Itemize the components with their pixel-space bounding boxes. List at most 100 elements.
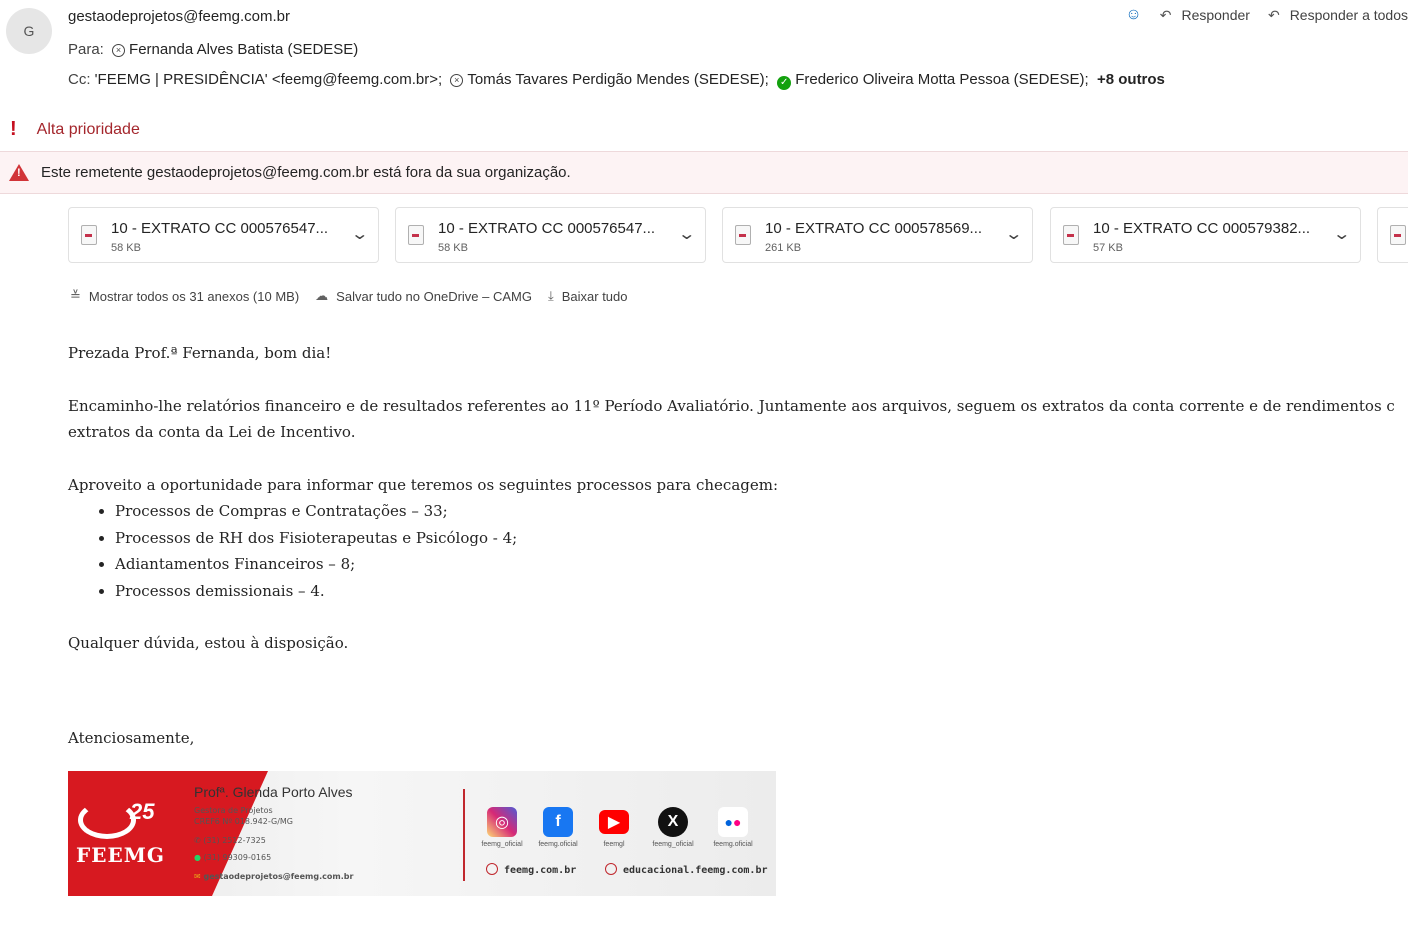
high-priority-icon: ! — [10, 118, 17, 140]
list-item: Processos de Compras e Contratações – 33… — [115, 498, 1408, 525]
cc-recipient[interactable]: 'FEEMG | PRESIDÊNCIA' <feemg@feemg.com.b… — [95, 71, 442, 88]
globe-icon — [486, 863, 498, 875]
attachment-card-partial[interactable] — [1377, 207, 1408, 263]
pdf-file-icon — [1063, 225, 1079, 245]
message-body: Prezada Prof.ª Fernanda, bom dia! Encami… — [68, 340, 1408, 751]
signature-phone: ✆ (31) 2512-7325 — [194, 836, 266, 845]
attachment-card[interactable]: 10 - EXTRATO CC 000576547... 58 KB ⌄ — [395, 207, 706, 263]
attachment-card[interactable]: 10 - EXTRATO CC 000579382... 57 KB ⌄ — [1050, 207, 1361, 263]
body-paragraph: Encaminho-lhe relatórios financeiro e de… — [68, 396, 1395, 415]
chevron-down-icon[interactable]: ⌄ — [677, 224, 696, 244]
to-line: Para: × Fernanda Alves Batista (SEDESE) — [68, 41, 358, 58]
save-onedrive-button[interactable]: ☁ Salvar tudo no OneDrive – CAMG — [315, 288, 532, 304]
chevron-down-icon[interactable]: ⌄ — [1332, 224, 1351, 244]
reply-all-button[interactable]: ↶ Responder a todos — [1268, 7, 1408, 24]
reply-label: Responder — [1181, 7, 1250, 23]
social-label: feemg_oficial — [481, 841, 523, 848]
reply-icon: ↶ — [1159, 6, 1172, 23]
mail-icon: ✉ — [194, 872, 201, 881]
reply-button[interactable]: ↶ Responder — [1160, 7, 1250, 24]
whatsapp-icon: ● — [194, 853, 201, 862]
external-sender-banner: ! Este remetente gestaodeprojetos@feemg.… — [0, 151, 1408, 194]
chevron-down-icon[interactable]: ⌄ — [350, 224, 369, 244]
social-label: feemg.oficial — [713, 841, 753, 848]
download-all-button[interactable]: ⤓ Baixar tudo — [548, 288, 628, 304]
external-warning-text: Este remetente gestaodeprojetos@feemg.co… — [41, 164, 571, 181]
cc-label: Cc: — [68, 71, 91, 88]
email-signature: 25 FEEMG Profª. Glenda Porto Alves Gesto… — [68, 771, 776, 896]
sender-address[interactable]: gestaodeprojetos@feemg.com.br — [68, 8, 290, 25]
attachment-name: 10 - EXTRATO CC 000576547... — [438, 220, 656, 237]
to-recipient[interactable]: Fernanda Alves Batista (SEDESE) — [129, 41, 358, 58]
priority-indicator: ! Alta prioridade — [10, 118, 140, 141]
attachment-card[interactable]: 10 - EXTRATO CC 000576547... 58 KB ⌄ — [68, 207, 379, 263]
pdf-file-icon — [1390, 225, 1406, 245]
process-list: Processos de Compras e Contratações – 33… — [68, 498, 1408, 604]
attachment-size: 58 KB — [111, 242, 141, 254]
list-item: Processos de RH dos Fisioterapeutas e Ps… — [115, 525, 1408, 552]
download-icon: ⤓ — [547, 288, 554, 303]
anniversary-badge: 25 — [130, 799, 155, 824]
globe-icon — [605, 863, 617, 875]
attachment-name: 10 - EXTRATO CC 000576547... — [111, 220, 329, 237]
sender-avatar[interactable]: G — [6, 8, 52, 54]
signature-site: feemg.com.br — [486, 863, 576, 876]
youtube-icon: ▶ — [599, 810, 629, 834]
cc-more-button[interactable]: +8 outros — [1097, 71, 1165, 88]
chevron-double-down-icon: ≚ — [70, 288, 81, 303]
reply-all-label: Responder a todos — [1289, 7, 1408, 23]
instagram-icon: ◎ — [487, 807, 517, 837]
attachment-card[interactable]: 10 - EXTRATO CC 000578569... 261 KB ⌄ — [722, 207, 1033, 263]
flickr-icon: ● ● — [718, 807, 748, 837]
show-all-label: Mostrar todos os 31 anexos (10 MB) — [88, 288, 300, 304]
cc-recipient[interactable]: Tomás Tavares Perdigão Mendes (SEDESE); — [467, 71, 769, 88]
reaction-icon[interactable]: ☺ — [1125, 6, 1141, 24]
attachment-size: 261 KB — [765, 242, 802, 254]
pdf-file-icon — [408, 225, 424, 245]
signature-site: educacional.feemg.com.br — [605, 863, 768, 876]
attachment-name: 10 - EXTRATO CC 000579382... — [1093, 220, 1311, 237]
social-label: feemgl — [603, 841, 625, 848]
pdf-file-icon — [81, 225, 97, 245]
message-actions: ☺ ↶ Responder ↶ Responder a todos — [1125, 6, 1408, 24]
phone-icon: ✆ — [194, 836, 201, 845]
signature-name: Profª. Glenda Porto Alves — [194, 784, 353, 800]
attachment-name: 10 - EXTRATO CC 000578569... — [765, 220, 983, 237]
show-all-attachments-button[interactable]: ≚ Mostrar todos os 31 anexos (10 MB) — [70, 288, 299, 304]
body-paragraph: Aproveito a oportunidade para informar q… — [68, 475, 779, 494]
signature-whatsapp: ● (31) 99309-0165 — [194, 853, 272, 862]
cc-line: Cc: 'FEEMG | PRESIDÊNCIA' <feemg@feemg.c… — [68, 71, 1165, 90]
unavailable-status-icon: × — [450, 74, 464, 87]
unavailable-status-icon: × — [112, 44, 126, 57]
signature-cref: CREF6 Nº 018.942-G/MG — [194, 817, 293, 826]
to-label: Para: — [68, 41, 104, 58]
list-item: Adiantamentos Financeiros – 8; — [115, 551, 1408, 578]
greeting: Prezada Prof.ª Fernanda, bom dia! — [68, 344, 332, 362]
cc-recipient[interactable]: Frederico Oliveira Motta Pessoa (SEDESE)… — [795, 71, 1088, 88]
social-label: feemg_oficial — [652, 841, 694, 848]
x-icon: X — [658, 807, 688, 837]
signature-role: Gestora de Projetos — [194, 806, 273, 815]
list-item: Processos demissionais – 4. — [115, 578, 1408, 605]
facebook-icon: f — [543, 807, 573, 837]
download-all-label: Baixar tudo — [561, 288, 628, 304]
signature-divider — [463, 789, 465, 881]
chevron-down-icon[interactable]: ⌄ — [1004, 224, 1023, 244]
attachment-size: 58 KB — [438, 242, 468, 254]
cloud-icon: ☁ — [315, 288, 329, 303]
feemg-logo-icon — [78, 801, 136, 839]
signature-email: ✉ gestaodeprojetos@feemg.com.br — [194, 872, 354, 881]
body-paragraph: extratos da conta da Lei de Incentivo. — [68, 423, 356, 441]
save-onedrive-label: Salvar tudo no OneDrive – CAMG — [336, 288, 532, 304]
reply-all-icon: ↶ — [1267, 6, 1280, 23]
attachment-size: 57 KB — [1093, 242, 1123, 254]
pdf-file-icon — [735, 225, 751, 245]
body-paragraph: Qualquer dúvida, estou à disposição. — [68, 634, 349, 652]
social-label: feemg.oficial — [538, 841, 578, 848]
signoff: Atenciosamente, — [68, 728, 195, 747]
available-status-icon: ✓ — [777, 76, 792, 90]
feemg-logo-text: FEEMG — [76, 843, 165, 867]
attachment-actions: ≚ Mostrar todos os 31 anexos (10 MB) ☁ S… — [70, 288, 644, 304]
warning-icon: ! — [9, 164, 29, 181]
priority-label: Alta prioridade — [36, 120, 140, 138]
